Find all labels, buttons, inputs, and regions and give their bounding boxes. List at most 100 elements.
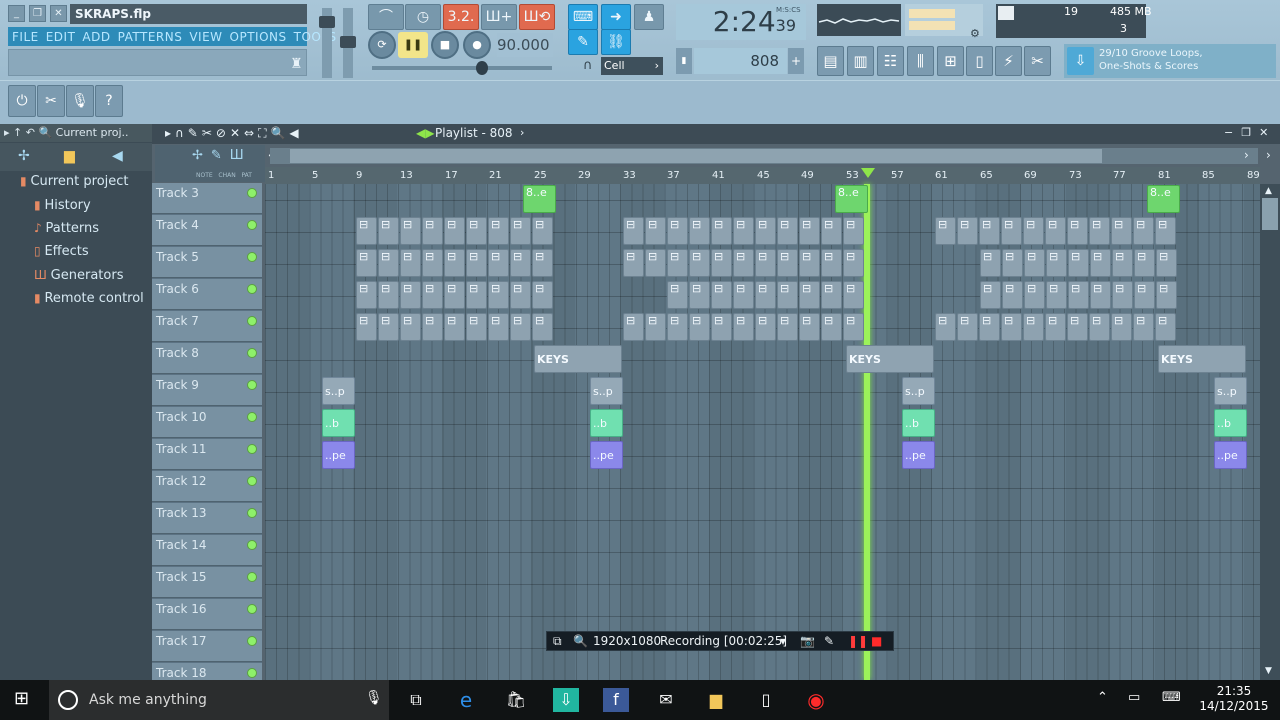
- store-icon[interactable]: 🛍: [503, 688, 529, 712]
- clip-pat[interactable]: ⊟: [1002, 249, 1023, 277]
- clip-pat[interactable]: ⊟: [821, 281, 842, 309]
- clip-pat[interactable]: ⊟: [799, 249, 820, 277]
- mixer-icon[interactable]: ⫼: [907, 46, 934, 76]
- master-slider[interactable]: [372, 66, 552, 70]
- taskbar-clock[interactable]: 21:35 14/12/2015: [1197, 684, 1271, 714]
- plugin-icon[interactable]: ⚡: [995, 46, 1022, 76]
- file-explorer-icon[interactable]: ▆: [703, 688, 729, 712]
- scrollbar-thumb[interactable]: [290, 149, 1102, 163]
- clip-teal[interactable]: ..b: [1214, 409, 1247, 437]
- chevron-down-icon[interactable]: ▾: [780, 632, 786, 650]
- pause-button[interactable]: ❚❚: [398, 32, 428, 58]
- clip-pat[interactable]: ⊟: [711, 249, 732, 277]
- clip-pat[interactable]: ⊟: [733, 313, 754, 341]
- restore-button[interactable]: ❐: [29, 5, 46, 22]
- playhead-marker-icon[interactable]: [861, 168, 875, 178]
- menu-view[interactable]: VIEW: [189, 30, 222, 44]
- clip-pat[interactable]: ⊟: [777, 217, 798, 245]
- clip-pat[interactable]: ⊟: [466, 249, 487, 277]
- chevron-right-icon[interactable]: ›: [520, 126, 524, 139]
- browser-arrow-icon[interactable]: ▸ ↑ ↶ 🔍: [4, 126, 52, 139]
- pattern-selector[interactable]: 808: [694, 48, 787, 74]
- track-mute-led[interactable]: [247, 348, 257, 358]
- clip-pat[interactable]: ⊟: [378, 313, 399, 341]
- clip-pat[interactable]: ⊟: [1045, 313, 1066, 341]
- clip-pat[interactable]: ⊟: [667, 281, 688, 309]
- help-icon[interactable]: ?: [95, 85, 123, 117]
- track-mute-led[interactable]: [247, 412, 257, 422]
- scroll-up-icon[interactable]: ▲: [1265, 186, 1272, 196]
- document-icon[interactable]: ▯: [753, 688, 779, 712]
- clip-pat[interactable]: ⊟: [1134, 249, 1155, 277]
- menu-options[interactable]: OPTIONS: [230, 30, 287, 44]
- browser-item-remote-control[interactable]: ▮ Remote control: [34, 291, 144, 306]
- windows-start-icon[interactable]: ⊞: [14, 688, 29, 709]
- clip-pat[interactable]: ⊟: [1002, 281, 1023, 309]
- scroll-down-icon[interactable]: ▼: [1265, 666, 1272, 676]
- microphone-icon[interactable]: 🎙: [365, 690, 383, 706]
- menu-edit[interactable]: EDIT: [46, 30, 76, 44]
- track-mute-led[interactable]: [247, 380, 257, 390]
- clip-pat[interactable]: ⊟: [466, 217, 487, 245]
- clip-pat[interactable]: ⊟: [689, 217, 710, 245]
- pitch-knob-icon[interactable]: [340, 36, 356, 48]
- clip-pat[interactable]: ⊟: [488, 281, 509, 309]
- stop-record-icon[interactable]: ■: [871, 632, 882, 650]
- clip-pat[interactable]: ⊟: [400, 217, 421, 245]
- clip-pat[interactable]: ⊟: [799, 281, 820, 309]
- track-mute-led[interactable]: [247, 284, 257, 294]
- clip-purple[interactable]: ..pe: [590, 441, 623, 469]
- clip-pat[interactable]: ⊟: [378, 281, 399, 309]
- pause-record-icon[interactable]: ❚❚: [848, 632, 868, 650]
- piano-roll-icon[interactable]: ▥: [847, 46, 874, 76]
- vertical-scrollbar[interactable]: [1260, 184, 1280, 680]
- clip-pat[interactable]: ⊟: [1156, 281, 1177, 309]
- clip-pat[interactable]: ⊟: [1023, 217, 1044, 245]
- clip-green[interactable]: 8..e: [523, 185, 556, 213]
- track-mute-led[interactable]: [247, 444, 257, 454]
- folder-icon[interactable]: ▆: [64, 148, 75, 164]
- chevron-up-icon[interactable]: ⌃: [1097, 690, 1108, 705]
- clip-teal[interactable]: ..b: [590, 409, 623, 437]
- facebook-icon[interactable]: f: [603, 688, 629, 712]
- clip-pat[interactable]: ⊟: [1133, 217, 1154, 245]
- clip-pat[interactable]: ⊟: [777, 313, 798, 341]
- clip-purple[interactable]: ..pe: [902, 441, 935, 469]
- channel-rack-icon[interactable]: ☷: [877, 46, 904, 76]
- loop-icon[interactable]: ⟳: [368, 31, 396, 59]
- clip-pat[interactable]: ⊟: [689, 313, 710, 341]
- clip-pat[interactable]: ⊟: [689, 281, 710, 309]
- clip-pat[interactable]: ⊟: [711, 313, 732, 341]
- browser-item-patterns[interactable]: ♪ Patterns: [34, 221, 99, 236]
- typing-keyboard-icon[interactable]: ⌨: [568, 4, 598, 30]
- clip-pat[interactable]: ⊟: [1155, 217, 1176, 245]
- clip-pat[interactable]: ⊟: [532, 249, 553, 277]
- clip-pat[interactable]: ⊟: [510, 281, 531, 309]
- clip-pat[interactable]: ⊟: [777, 281, 798, 309]
- clip-pat[interactable]: ⊟: [980, 249, 1001, 277]
- track-mute-led[interactable]: [247, 316, 257, 326]
- clip-pat[interactable]: ⊟: [378, 217, 399, 245]
- clip-pat[interactable]: ⊟: [378, 249, 399, 277]
- gear-icon[interactable]: ⚙: [970, 27, 980, 40]
- clip-pat[interactable]: ⊟: [510, 313, 531, 341]
- download-app-icon[interactable]: ⇩: [553, 688, 579, 712]
- clip-pat[interactable]: ⊟: [1111, 313, 1132, 341]
- clip-keys[interactable]: KEYS: [1158, 345, 1246, 373]
- clip-pat[interactable]: ⊟: [733, 249, 754, 277]
- microphone-icon[interactable]: 🎙: [66, 85, 94, 117]
- clip-pat[interactable]: ⊟: [488, 217, 509, 245]
- clip-pat[interactable]: ⊟: [532, 217, 553, 245]
- clip-pat[interactable]: ⊟: [444, 313, 465, 341]
- clip-pat[interactable]: ⊟: [623, 249, 644, 277]
- clip-pat[interactable]: ⊟: [1090, 249, 1111, 277]
- clip-green[interactable]: 8..e: [835, 185, 868, 213]
- track-mute-led[interactable]: [247, 540, 257, 550]
- clip-pat[interactable]: ⊟: [1067, 217, 1088, 245]
- track-mute-led[interactable]: [247, 476, 257, 486]
- link-icon[interactable]: ⛓: [601, 29, 631, 55]
- playlist-mode-icon[interactable]: ✢✎Ш: [192, 148, 252, 163]
- clip-pat[interactable]: ⊟: [400, 249, 421, 277]
- clip-pat[interactable]: ⊟: [488, 249, 509, 277]
- clip-pat[interactable]: ⊟: [1045, 217, 1066, 245]
